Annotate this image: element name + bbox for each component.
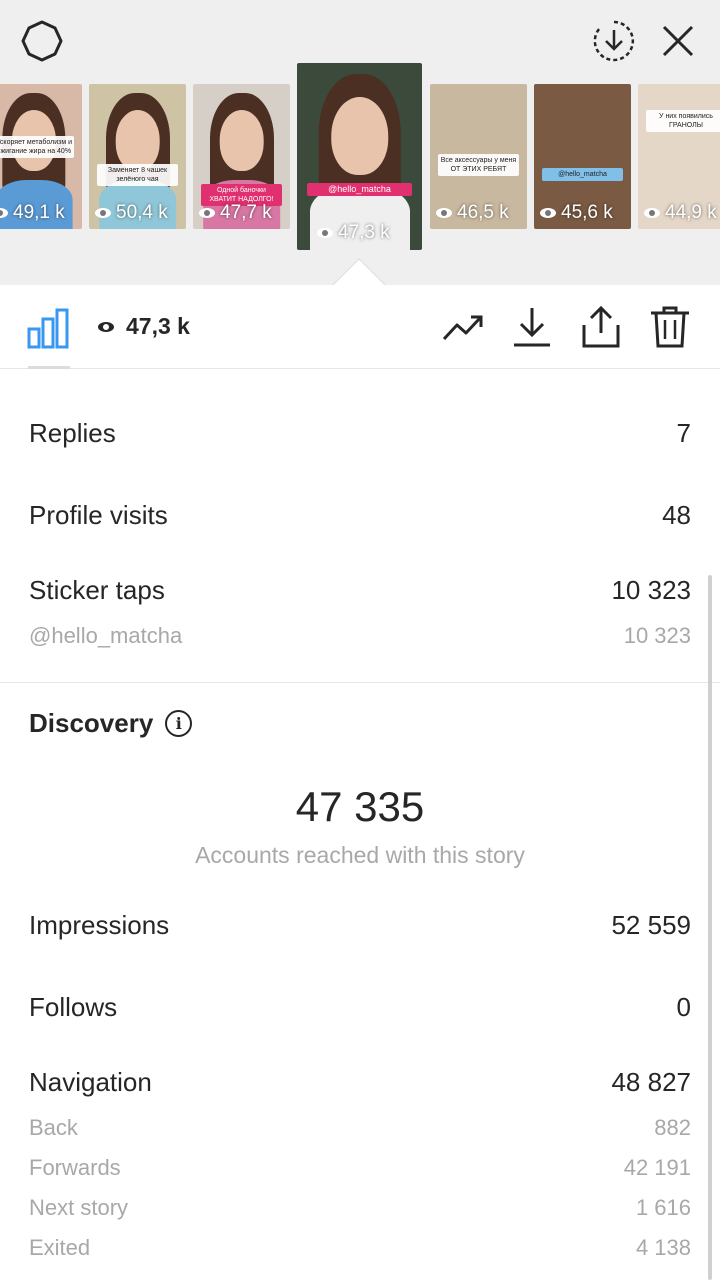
story-caption: @hello_matcha [541,168,624,182]
forwards-value: 42 191 [623,1155,691,1180]
eye-icon [98,321,114,332]
share-icon[interactable] [579,305,623,349]
sticker-handle-row: @hello_matcha 10 323 [29,623,691,649]
impressions-label: Impressions [29,910,170,940]
active-tab-indicator [28,366,70,369]
eye-icon [644,208,660,218]
sticker-taps-value: 10 323 [611,575,691,605]
discovery-title: Discovery i [29,708,193,739]
follows-value: 0 [676,992,691,1022]
reach-count: 47,3 k [98,313,190,340]
navigation-label: Navigation [29,1067,152,1097]
trash-icon[interactable] [648,305,692,349]
follows-row: Follows 0 [29,992,691,1023]
section-divider [0,682,720,683]
story-thumbnail[interactable]: @hello_matcha 45,6 k [534,84,631,229]
story-views: 47,7 k [199,202,272,224]
follows-label: Follows [29,992,118,1022]
story-caption: Все аксессуары у меня ОТ ЭТИХ РЕБЯТ [437,153,520,176]
forwards-row: Forwards 42 191 [29,1155,691,1181]
profile-visits-value: 48 [662,500,691,530]
sticker-taps-row: Sticker taps 10 323 [29,575,691,606]
back-row: Back 882 [29,1115,691,1141]
back-label: Back [29,1115,78,1140]
replies-label: Replies [29,418,116,448]
story-thumbnail[interactable]: Ускоряет метаболизм и сжигание жира на 4… [0,84,82,229]
story-views: 47,3 k [317,222,390,244]
story-views: 45,6 k [540,202,613,224]
next-story-label: Next story [29,1195,129,1220]
story-caption: Заменяет 8 чашек зелёного чая [96,163,179,186]
navigation-row: Navigation 48 827 [29,1067,691,1098]
exited-value: 4 138 [635,1235,691,1260]
story-views: 46,5 k [436,202,509,224]
story-thumbnail[interactable]: Одной баночки ХВАТИТ НАДОЛГО! 47,7 k [193,84,290,229]
forwards-label: Forwards [29,1155,121,1180]
eye-icon [540,208,556,218]
story-views: 49,1 k [0,202,65,224]
story-views: 44,9 k [644,202,717,224]
story-thumbnail-selected[interactable]: @hello_matcha 47,3 k [297,63,422,250]
next-story-value: 1 616 [635,1195,691,1220]
sticker-handle-label: @hello_matcha [29,623,183,648]
settings-icon[interactable] [18,17,66,65]
impressions-row: Impressions 52 559 [29,910,691,941]
next-story-row: Next story 1 616 [29,1195,691,1221]
navigation-value: 48 827 [611,1067,691,1097]
story-views: 50,4 k [95,202,168,224]
insights-toolbar: 47,3 k [0,285,720,369]
sticker-taps-label: Sticker taps [29,575,165,605]
download-circle-icon[interactable] [590,17,638,65]
close-icon[interactable] [654,17,702,65]
story-caption: Ускоряет метаболизм и сжигание жира на 4… [0,136,75,159]
insights-panel: 47,3 k Replies 7 Profile visits 48 Stick… [0,285,720,1280]
trending-icon[interactable] [441,305,485,349]
accounts-reached-label: Accounts reached with this story [195,842,525,868]
replies-row: Replies 7 [29,418,691,449]
accounts-reached-value: 47 335 [295,783,425,830]
eye-icon [95,208,111,218]
sticker-handle-value: 10 323 [623,623,691,648]
download-icon[interactable] [510,305,554,349]
profile-visits-row: Profile visits 48 [29,500,691,531]
story-thumbnail[interactable]: У них появились ГРАНОЛЫ 44,9 k [638,84,720,229]
story-caption: @hello_matcha [307,182,412,196]
impressions-value: 52 559 [611,910,691,940]
story-thumbnail-strip[interactable]: Ускоряет метаболизм и сжигание жира на 4… [0,60,720,255]
replies-value: 7 [676,418,691,448]
story-strip-area: Ускоряет метаболизм и сжигание жира на 4… [0,0,720,285]
story-thumbnail[interactable]: Заменяет 8 чашек зелёного чая 50,4 k [89,84,186,229]
story-caption: У них появились ГРАНОЛЫ [645,110,720,133]
eye-icon [0,208,8,218]
profile-visits-label: Profile visits [29,500,168,530]
eye-icon [199,208,215,218]
info-icon[interactable]: i [165,710,193,737]
back-value: 882 [654,1115,691,1140]
eye-icon [436,208,452,218]
story-thumbnail[interactable]: Все аксессуары у меня ОТ ЭТИХ РЕБЯТ 46,5… [430,84,527,229]
bar-chart-icon[interactable] [26,306,70,350]
exited-row: Exited 4 138 [29,1235,691,1261]
exited-label: Exited [29,1235,91,1260]
eye-icon [317,228,333,238]
scrollbar[interactable] [708,575,712,1280]
